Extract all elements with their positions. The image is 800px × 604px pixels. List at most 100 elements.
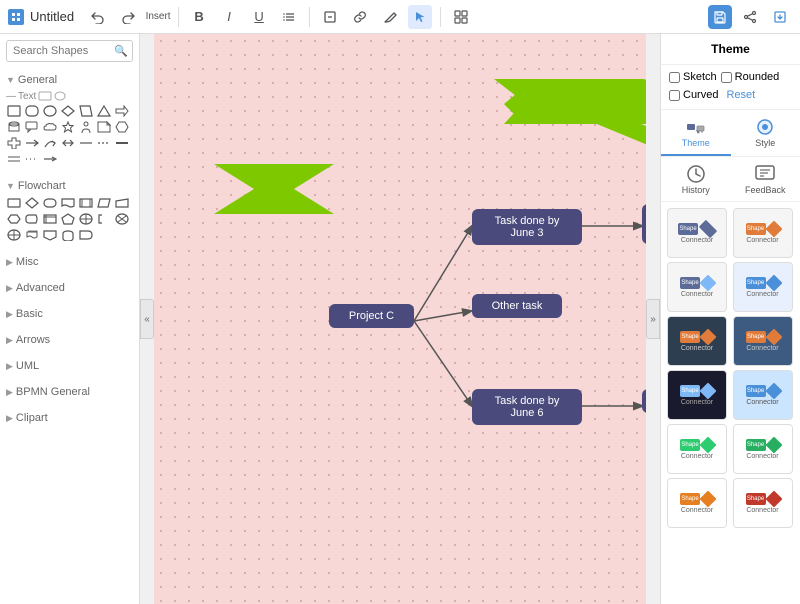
shape-rect[interactable] [6, 104, 22, 118]
arrows-section-title[interactable]: ▶ Arrows [6, 332, 133, 348]
fc-summing-junction[interactable] [6, 228, 22, 242]
fc-document[interactable] [60, 196, 76, 210]
shape-dots-line[interactable] [24, 152, 40, 166]
shape-diamond[interactable] [60, 104, 76, 118]
theme-card-10[interactable]: Shape Connector [733, 424, 793, 474]
fc-decision[interactable] [24, 196, 40, 210]
node-task-june3[interactable]: Task done by June 3 [472, 209, 582, 245]
shape-star[interactable] [60, 120, 76, 134]
link-button[interactable] [348, 5, 372, 29]
toolbar-sep-3 [440, 7, 441, 27]
shape-cloud[interactable] [42, 120, 58, 134]
shape-line2[interactable] [96, 136, 112, 150]
theme-card-9[interactable]: Shape Connector [667, 424, 727, 474]
theme-card-3[interactable]: Shape Connector [667, 262, 727, 312]
basic-section-title[interactable]: ▶ Basic [6, 306, 133, 322]
nav-feedback[interactable]: FeedBack [731, 157, 800, 201]
uml-section-title[interactable]: ▶ UML [6, 358, 133, 374]
shape-note[interactable] [96, 120, 112, 134]
fc-data[interactable] [96, 196, 112, 210]
undo-button[interactable] [86, 5, 110, 29]
shape-person[interactable] [78, 120, 94, 134]
fc-offpage[interactable] [42, 228, 58, 242]
fc-or[interactable] [78, 212, 94, 226]
draw-button[interactable] [378, 5, 402, 29]
nav-history[interactable]: History [661, 157, 731, 201]
general-section-title[interactable]: ▼ General [6, 72, 133, 88]
canvas-area[interactable]: Project C Task done by June 3 Progress o… [154, 34, 646, 604]
shapes-button[interactable] [449, 5, 473, 29]
shape-rounded[interactable] [24, 104, 40, 118]
shape-bidirectional[interactable] [60, 136, 76, 150]
underline-button[interactable]: U [247, 5, 271, 29]
right-panel-collapse[interactable]: » [646, 299, 660, 339]
theme-card-11[interactable]: Shape Connector [667, 478, 727, 528]
flowchart-section-title[interactable]: ▼ Flowchart [6, 178, 133, 194]
fc-tape[interactable] [60, 228, 76, 242]
fc-display[interactable] [24, 212, 40, 226]
nav-style[interactable]: Style [731, 110, 800, 156]
fc-multi-doc[interactable] [24, 228, 40, 242]
node-other-task[interactable]: Other task [472, 294, 562, 318]
share-button[interactable] [738, 5, 762, 29]
fc-annotation[interactable] [96, 212, 112, 226]
sketch-input[interactable] [669, 72, 680, 83]
shape-hexagon[interactable] [114, 120, 130, 134]
italic-button[interactable]: I [217, 5, 241, 29]
fc-exclude-or[interactable] [114, 212, 130, 226]
format-button[interactable] [318, 5, 342, 29]
cursor-button[interactable] [408, 5, 432, 29]
reset-button[interactable]: Reset [722, 87, 759, 103]
curved-checkbox[interactable]: Curved [669, 87, 718, 103]
fc-internal-storage[interactable] [42, 212, 58, 226]
node-task-june6[interactable]: Task done by June 6 [472, 389, 582, 425]
theme-card-7[interactable]: Shape Connector [667, 370, 727, 420]
sketch-checkbox[interactable]: Sketch [669, 71, 717, 83]
fc-preparation[interactable] [6, 212, 22, 226]
misc-section-title[interactable]: ▶ Misc [6, 254, 133, 270]
save-button[interactable] [708, 5, 732, 29]
bold-button[interactable]: B [187, 5, 211, 29]
theme-card-4[interactable]: Shape Connector [733, 262, 793, 312]
fc-merge[interactable] [60, 212, 76, 226]
theme-card-6[interactable]: Shape Connector [733, 316, 793, 366]
fc-manual-input[interactable] [114, 196, 130, 210]
node-froggress[interactable]: Froggress [642, 389, 646, 413]
nav-theme[interactable]: Theme [661, 110, 731, 156]
theme-card-12[interactable]: Shape Connector [733, 478, 793, 528]
rounded-checkbox[interactable]: Rounded [721, 71, 780, 83]
theme-card-8[interactable]: Shape Connector [733, 370, 793, 420]
advanced-section-title[interactable]: ▶ Advanced [6, 280, 133, 296]
shape-cylinder[interactable] [6, 120, 22, 134]
shape-line3[interactable] [114, 136, 130, 150]
shape-line4[interactable] [6, 152, 22, 166]
shape-parallelogram[interactable] [78, 104, 94, 118]
fc-predefined[interactable] [78, 196, 94, 210]
export-button[interactable] [768, 5, 792, 29]
bpmn-section-title[interactable]: ▶ BPMN General [6, 384, 133, 400]
shape-line1[interactable] [78, 136, 94, 150]
rounded-input[interactable] [721, 72, 732, 83]
shape-callout[interactable] [24, 120, 40, 134]
redo-button[interactable] [116, 5, 140, 29]
theme-card-1[interactable]: Shape Connector [667, 208, 727, 258]
fc-delay[interactable] [78, 228, 94, 242]
clipart-section-title[interactable]: ▶ Clipart [6, 410, 133, 426]
shape-triangle[interactable] [96, 104, 112, 118]
shape-link-arrow[interactable] [24, 136, 40, 150]
theme-card-5[interactable]: Shape Connector [667, 316, 727, 366]
theme-card-2[interactable]: Shape Connector [733, 208, 793, 258]
fc-start-end[interactable] [42, 196, 58, 210]
shape-arrow-right[interactable] [114, 104, 130, 118]
shape-arrow-line[interactable] [42, 152, 58, 166]
node-project-c[interactable]: Project C [329, 304, 414, 328]
insert-button[interactable]: Insert [146, 5, 170, 29]
fc-process[interactable] [6, 196, 22, 210]
curved-input[interactable] [669, 90, 680, 101]
node-progress[interactable]: Progress of the project [642, 204, 646, 244]
shape-curved-arrow[interactable] [42, 136, 58, 150]
left-panel-collapse[interactable]: « [140, 299, 154, 339]
list-button[interactable] [277, 5, 301, 29]
shape-cross[interactable] [6, 136, 22, 150]
shape-ellipse[interactable] [42, 104, 58, 118]
